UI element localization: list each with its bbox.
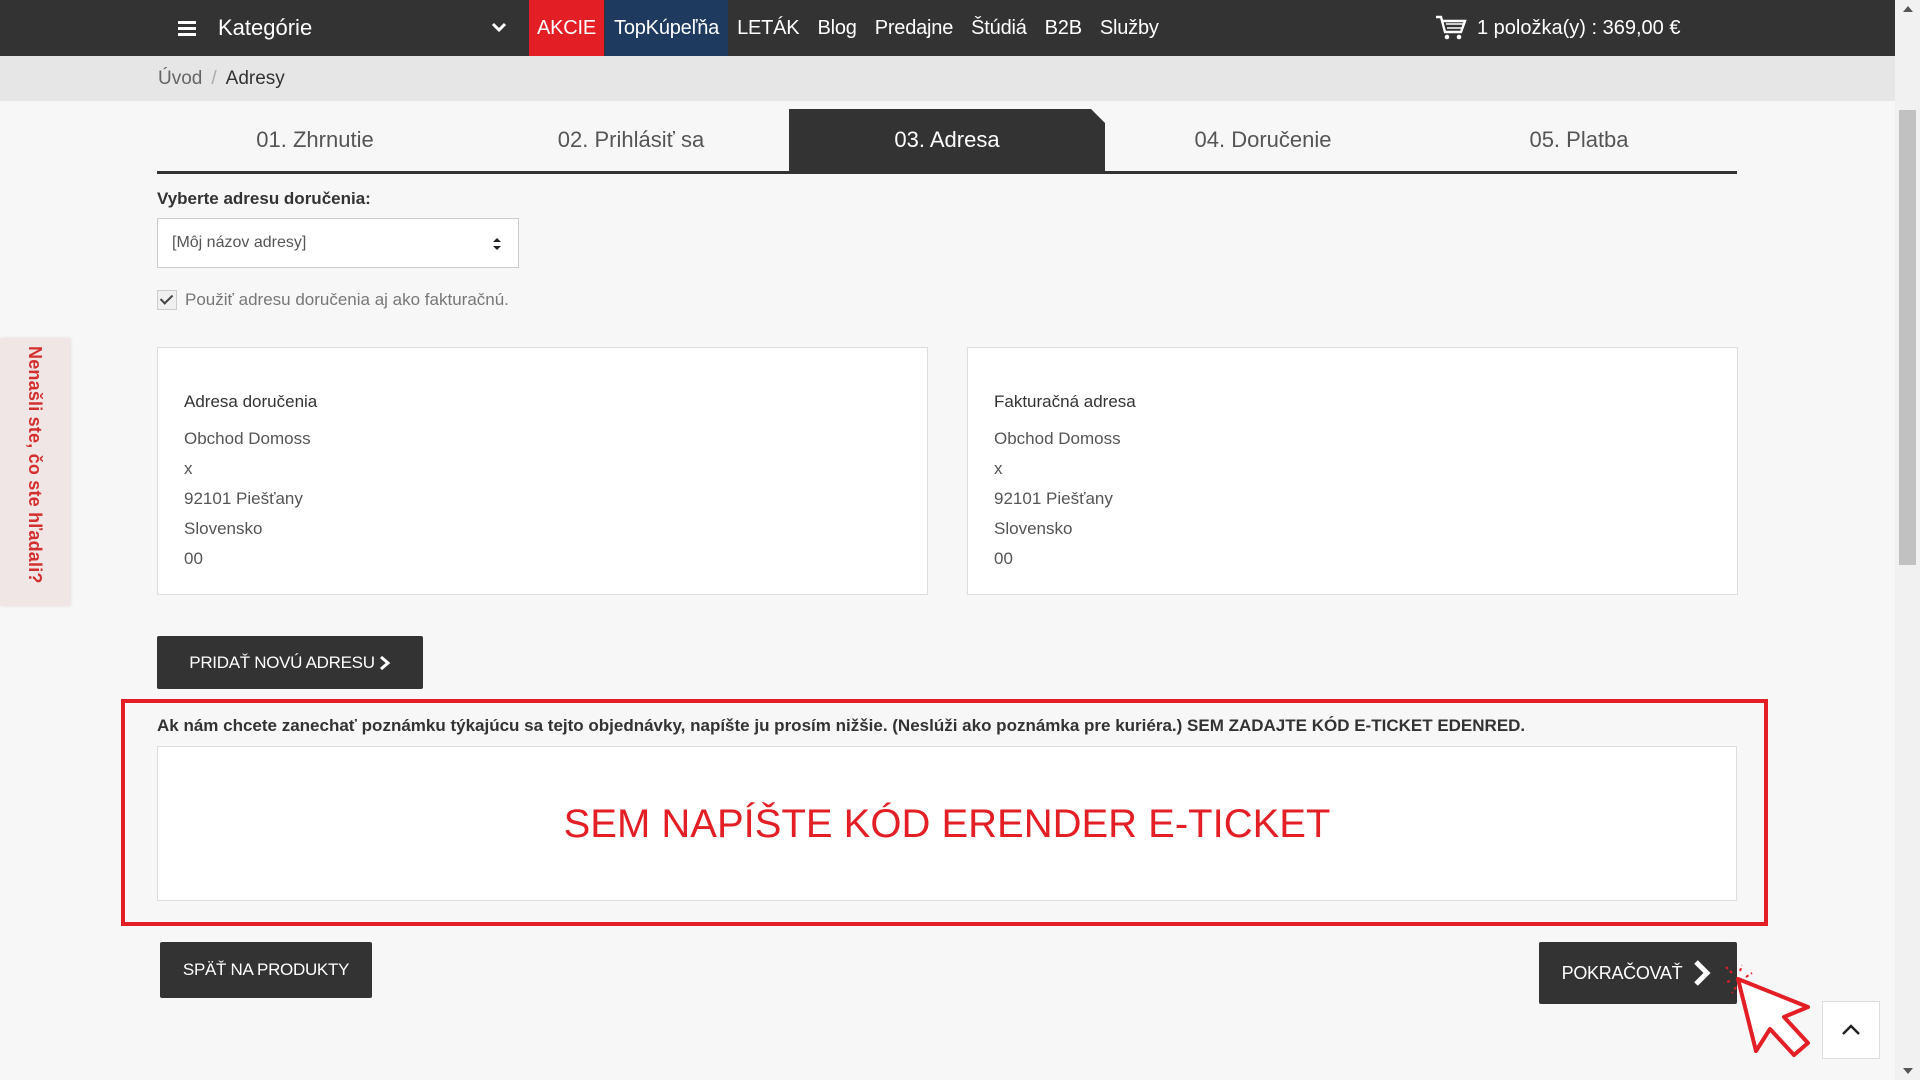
nav-letak[interactable]: LETÁK [728, 0, 808, 56]
step-delivery[interactable]: 04. Doručenie [1105, 109, 1421, 171]
billing-address-line: 00 [994, 549, 1013, 568]
feedback-side-tab-label: Nenašli ste, čo ste hľadali? [25, 346, 45, 584]
continue-label: POKRAČOVAŤ [1561, 962, 1683, 983]
top-navbar: Kategórie AKCIE TopKúpeľňa LETÁK Blog Pr… [0, 0, 1895, 56]
breadcrumb: Úvod / Adresy [158, 56, 285, 101]
back-to-products-button[interactable]: SPÄŤ NA PRODUKTY [160, 942, 372, 998]
main-nav: AKCIE TopKúpeľňa LETÁK Blog Predajne Štú… [529, 0, 1168, 56]
back-to-products-label: SPÄŤ NA PRODUKTY [182, 960, 350, 979]
scroll-up-arrow-icon[interactable] [1903, 6, 1913, 12]
delivery-address-card: Adresa doručenia Obchod Domoss x 92101 P… [157, 347, 928, 595]
click-cursor-icon [1723, 964, 1810, 1057]
nav-topkupelna[interactable]: TopKúpeľňa [605, 0, 729, 56]
nav-sluzby[interactable]: Služby [1091, 0, 1168, 56]
step-summary[interactable]: 01. Zhrnutie [157, 109, 473, 171]
step-payment[interactable]: 05. Platba [1421, 109, 1737, 171]
categories-menu[interactable]: Kategórie [160, 0, 520, 56]
address-select-value: [Môj názov adresy] [172, 234, 307, 251]
billing-address-card: Fakturačná adresa Obchod Domoss x 92101 … [967, 347, 1738, 595]
chevron-down-icon [491, 22, 507, 33]
feedback-side-tab[interactable]: Nenašli ste, čo ste hľadali? [0, 338, 70, 606]
continue-button[interactable]: POKRAČOVAŤ [1539, 942, 1737, 1004]
address-select-label: Vyberte adresu doručenia: [157, 189, 371, 208]
chevron-right-icon [379, 655, 391, 670]
breadcrumb-home[interactable]: Úvod [158, 68, 202, 90]
nav-b2b[interactable]: B2B [1036, 0, 1091, 56]
nav-predajne[interactable]: Predajne [866, 0, 962, 56]
billing-address-line: x [994, 459, 1003, 478]
add-address-button[interactable]: PRIDAŤ NOVÚ ADRESU [157, 636, 423, 689]
step-login[interactable]: 02. Prihlásiť sa [473, 109, 789, 171]
billing-address-line: Slovensko [994, 519, 1073, 538]
cart-text: 1 položka(y) : 369,00 € [1477, 16, 1681, 39]
scrollbar-thumb[interactable] [1899, 110, 1916, 565]
same-billing-checkbox[interactable]: Použiť adresu doručenia aj ako fakturačn… [157, 290, 509, 310]
nav-studia[interactable]: Štúdiá [962, 0, 1036, 56]
note-overlay-text: SEM NAPÍŠTE KÓD ERENDER E-TICKET [563, 802, 1331, 846]
breadcrumb-separator: / [211, 67, 217, 89]
categories-label: Kategórie [218, 15, 313, 40]
address-select[interactable]: [Môj názov adresy] [157, 218, 519, 268]
checkout-steps: 01. Zhrnutie 02. Prihlásiť sa 03. Adresa… [157, 109, 1737, 174]
delivery-address-line: x [184, 459, 193, 478]
chevron-up-icon [1842, 1024, 1860, 1035]
select-arrows-icon [493, 238, 501, 250]
billing-address-line: Obchod Domoss [994, 429, 1121, 448]
scroll-down-arrow-icon[interactable] [1903, 1068, 1913, 1074]
delivery-address-line: 92101 Piešťany [184, 489, 303, 508]
step-address[interactable]: 03. Adresa [789, 109, 1105, 171]
cart-icon [1436, 15, 1467, 40]
delivery-address-title: Adresa doručenia [184, 392, 318, 411]
billing-address-title: Fakturačná adresa [994, 392, 1136, 411]
breadcrumb-bar: Úvod / Adresy [0, 56, 1895, 101]
delivery-address-line: Slovensko [184, 519, 263, 538]
cart-summary[interactable]: 1 položka(y) : 369,00 € [1435, 0, 1680, 56]
scrollbar[interactable] [1895, 0, 1920, 1080]
delivery-address-line: 00 [184, 549, 203, 568]
hamburger-icon [178, 18, 196, 39]
checkbox-checked-icon[interactable] [157, 290, 177, 310]
breadcrumb-current: Adresy [225, 67, 285, 89]
note-label: Ak nám chcete zanechať poznámku týkajúcu… [157, 716, 1526, 735]
add-address-label: PRIDAŤ NOVÚ ADRESU [189, 652, 375, 672]
nav-akcie[interactable]: AKCIE [529, 0, 605, 56]
nav-blog[interactable]: Blog [808, 0, 865, 56]
same-billing-label: Použiť adresu doručenia aj ako fakturačn… [185, 290, 509, 309]
delivery-address-line: Obchod Domoss [184, 429, 311, 448]
chevron-right-icon [1694, 960, 1711, 986]
billing-address-line: 92101 Piešťany [994, 489, 1113, 508]
order-note-textarea[interactable]: SEM NAPÍŠTE KÓD ERENDER E-TICKET [157, 746, 1737, 901]
